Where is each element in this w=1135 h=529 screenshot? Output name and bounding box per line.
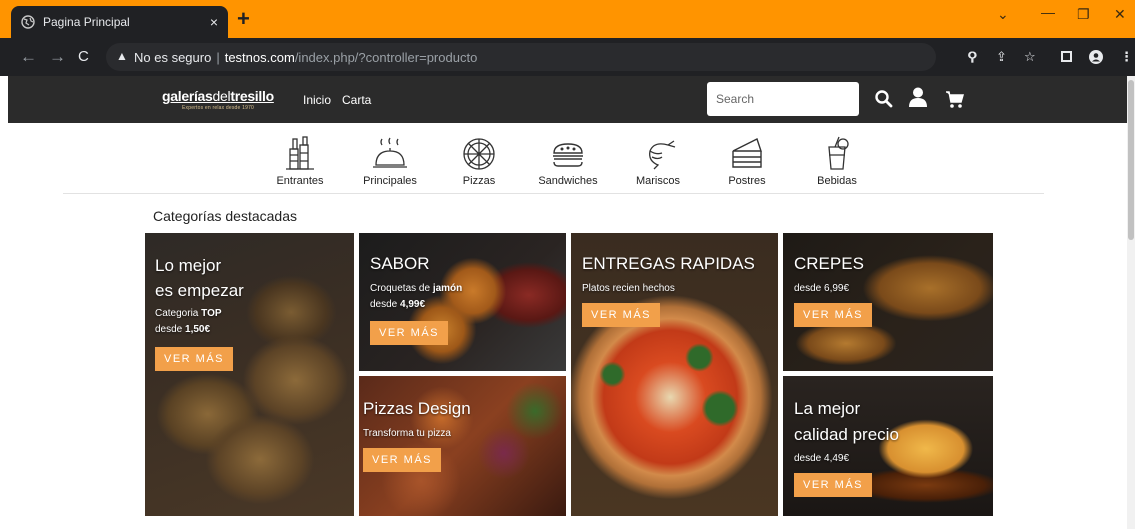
ver-mas-button[interactable]: VER MÁS xyxy=(370,321,449,345)
featured-categories-title: Categorías destacadas xyxy=(153,208,297,224)
globe-icon xyxy=(21,15,35,29)
scrollbar-thumb[interactable] xyxy=(1128,80,1134,240)
browser-tab-bar: Pagina Principal × + ⌄ — ❐ ✕ xyxy=(0,0,1135,38)
menu-carta[interactable]: Carta xyxy=(342,93,371,107)
category-sandwiches[interactable]: Sandwiches xyxy=(523,135,613,187)
security-label[interactable]: No es seguro xyxy=(134,50,211,65)
omnibox[interactable]: ▲ No es seguro | testnos.com/index.php/?co… xyxy=(106,43,977,71)
tapas-icon xyxy=(286,136,314,170)
category-entrantes[interactable]: Entrantes xyxy=(255,135,345,187)
drink-icon xyxy=(828,136,849,170)
ver-mas-button[interactable]: VER MÁS xyxy=(794,303,873,327)
forward-icon[interactable]: → xyxy=(49,47,66,67)
ver-mas-button[interactable]: VER MÁS xyxy=(155,347,234,371)
tab-title: Pagina Principal xyxy=(43,15,130,29)
ver-mas-button[interactable]: VER MÁS xyxy=(363,448,442,472)
side-panel-icon[interactable] xyxy=(1061,51,1072,62)
tile-crepes[interactable]: CREPES desde 6,99€ VER MÁS xyxy=(783,233,993,371)
category-pizzas[interactable]: Pizzas xyxy=(434,135,524,187)
user-icon[interactable] xyxy=(907,86,929,108)
site-logo[interactable]: galeríasdeltresillo Expertos en relax de… xyxy=(162,88,274,111)
search-input[interactable] xyxy=(707,82,859,116)
cart-icon[interactable] xyxy=(944,88,966,110)
warning-icon[interactable]: ▲ xyxy=(116,49,128,63)
category-principales[interactable]: Principales xyxy=(345,135,435,187)
bookmark-star-icon[interactable]: ☆ xyxy=(1024,49,1036,65)
cloche-icon xyxy=(373,137,407,168)
tile-entregas[interactable]: ENTREGAS RAPIDAS Platos recien hechos VE… xyxy=(571,233,778,516)
back-icon[interactable]: ← xyxy=(20,47,37,67)
logo-tagline: Expertos en relax desde 1970 xyxy=(182,105,255,111)
minimize-icon[interactable]: — xyxy=(1041,4,1055,20)
page-scrollbar[interactable] xyxy=(1127,76,1135,529)
category-bebidas[interactable]: Bebidas xyxy=(792,135,882,187)
menu-dots-icon[interactable]: ⋮ xyxy=(1120,49,1133,65)
sandwich-icon xyxy=(553,143,583,167)
divider xyxy=(63,193,1044,194)
tile-pizzas-design[interactable]: Pizzas Design Transforma tu pizza VER MÁ… xyxy=(359,376,566,516)
profile-icon[interactable] xyxy=(1089,50,1103,64)
address-bar-row: ← → C ▲ No es seguro | testnos.com/index.p… xyxy=(0,38,1135,76)
tile-top[interactable]: Lo mejor es empezar Categoria TOP desde … xyxy=(145,233,354,516)
url-host: testnos.com xyxy=(224,50,295,65)
search-icon[interactable] xyxy=(873,88,895,110)
reload-icon[interactable]: C xyxy=(78,48,89,65)
close-window-icon[interactable]: ✕ xyxy=(1114,6,1126,23)
tile-sabor[interactable]: SABOR Croquetas de jamón desde 4,99€ VER… xyxy=(359,233,566,371)
new-tab-button[interactable]: + xyxy=(237,8,250,30)
zoom-lens-icon[interactable]: ⚲ xyxy=(968,49,978,65)
category-mariscos[interactable]: Mariscos xyxy=(613,135,703,187)
tab-close-icon[interactable]: × xyxy=(210,14,218,30)
menu-inicio[interactable]: Inicio xyxy=(303,93,331,107)
url-path: /index.php/?controller=producto xyxy=(294,50,478,65)
shrimp-icon xyxy=(649,140,676,170)
pizza-icon xyxy=(463,138,495,170)
share-icon[interactable]: ⇪ xyxy=(996,49,1007,65)
cake-icon xyxy=(732,138,762,168)
ver-mas-button[interactable]: VER MÁS xyxy=(794,473,873,497)
site-header: galeríasdeltresillo Expertos en relax de… xyxy=(8,76,1130,123)
ver-mas-button[interactable]: VER MÁS xyxy=(582,303,661,327)
category-postres[interactable]: Postres xyxy=(702,135,792,187)
browser-tab[interactable]: Pagina Principal × xyxy=(11,6,228,38)
tile-calidad[interactable]: La mejor calidad precio desde 4,49€ VER … xyxy=(783,376,993,516)
restore-icon[interactable]: ❐ xyxy=(1077,6,1090,23)
tab-search-chevron-icon[interactable]: ⌄ xyxy=(997,6,1009,23)
